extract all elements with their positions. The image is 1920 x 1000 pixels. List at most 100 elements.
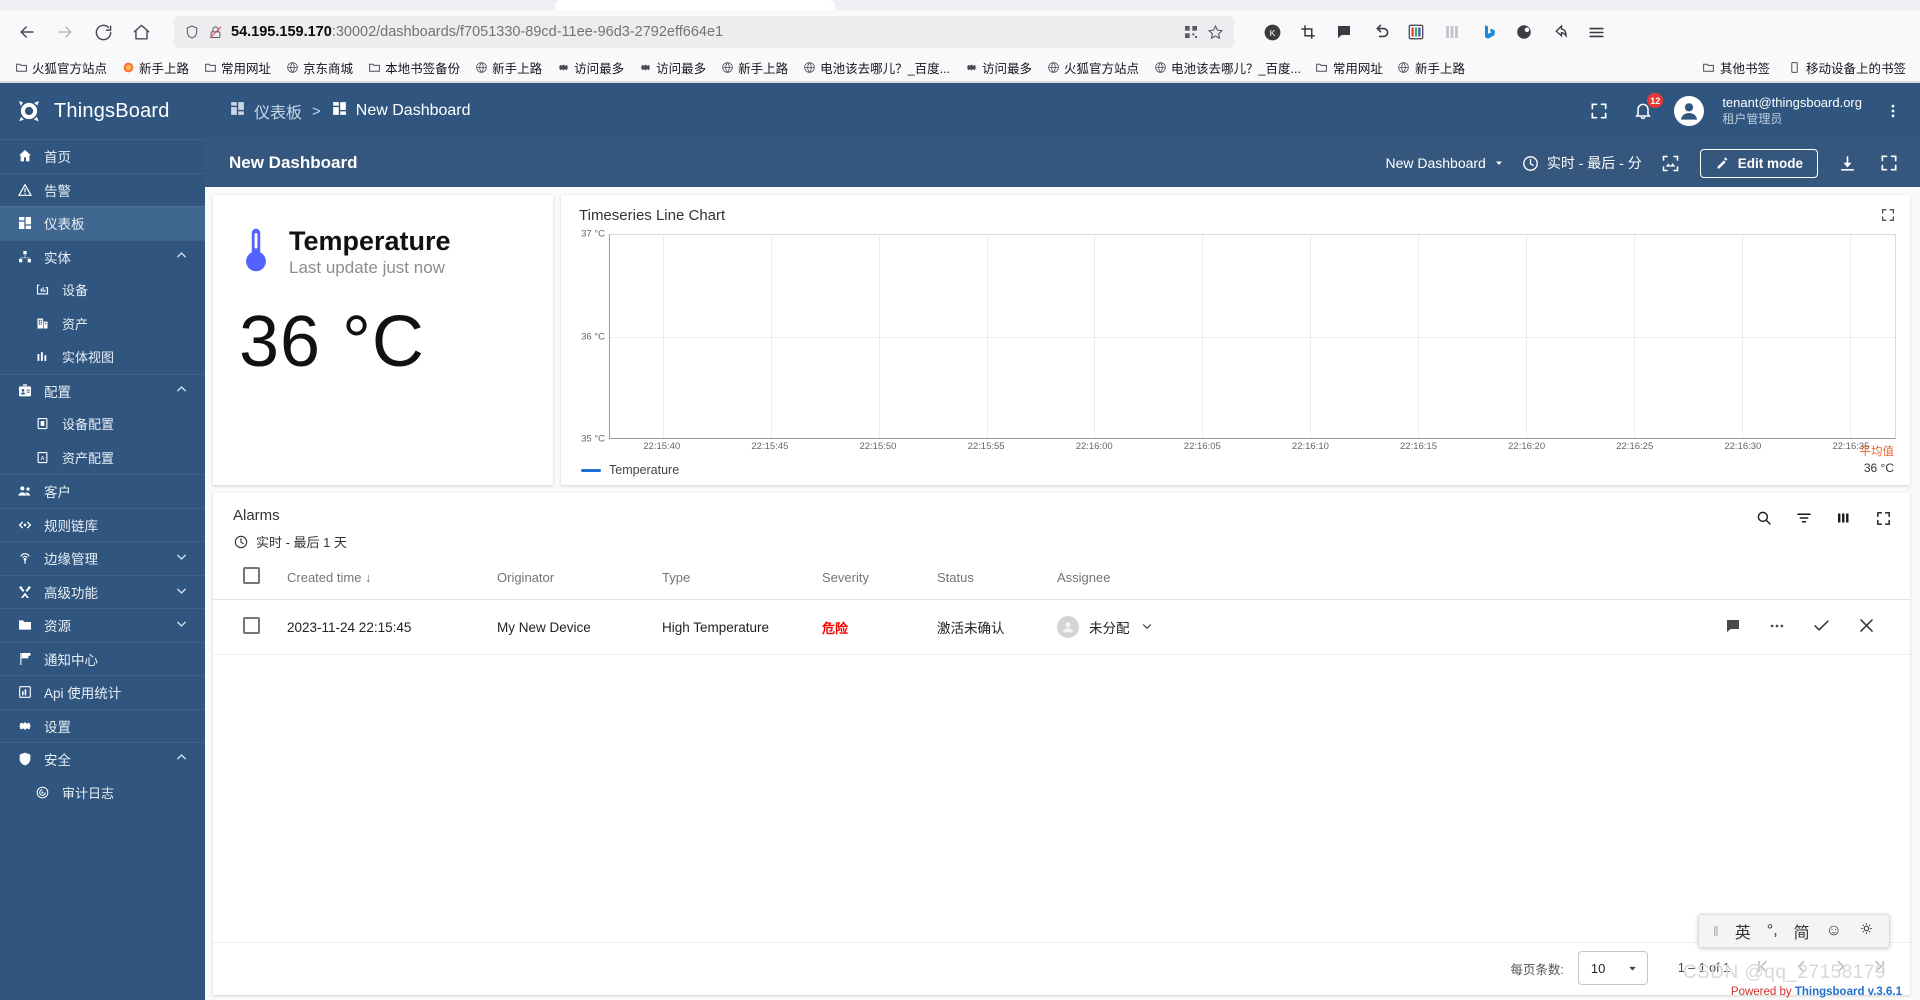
notifications-bell-icon[interactable]: 12 xyxy=(1630,93,1664,124)
sidebar-item-api-usage[interactable]: Api 使用统计 xyxy=(0,675,205,709)
column-header-type[interactable]: Type xyxy=(662,555,822,600)
sidebar-item-assets[interactable]: 资产 xyxy=(0,307,205,341)
address-bar[interactable]: 54.195.159.170:30002/dashboards/f7051330… xyxy=(174,16,1234,48)
home-button[interactable] xyxy=(124,15,158,49)
bookmark-item[interactable]: 新手上路 xyxy=(468,56,548,79)
bookmark-star-icon[interactable] xyxy=(1207,24,1224,41)
ime-emoji-button[interactable]: ☺ xyxy=(1826,922,1842,940)
assignee-control[interactable]: 未分配 xyxy=(1057,616,1348,638)
last-page-icon[interactable] xyxy=(1871,958,1888,978)
reload-button[interactable] xyxy=(86,15,120,49)
bookmark-item[interactable]: 访问最多 xyxy=(958,56,1038,79)
select-all-checkbox[interactable] xyxy=(243,567,260,584)
more-horiz-icon[interactable] xyxy=(1768,617,1786,638)
mobile-bookmarks-folder[interactable]: 移动设备上的书签 xyxy=(1782,56,1912,79)
filter-icon[interactable] xyxy=(1795,509,1813,530)
row-select-cell[interactable] xyxy=(213,599,287,655)
sidebar-item-entities[interactable]: 实体 xyxy=(0,239,205,274)
chevron-up-icon[interactable] xyxy=(174,382,189,400)
brand-logo[interactable]: ThingsBoard xyxy=(0,83,205,139)
first-page-icon[interactable] xyxy=(1754,958,1771,978)
ime-toolbar[interactable]: ‖ 英 °, 简 ☺ xyxy=(1697,914,1890,948)
fullscreen-icon[interactable] xyxy=(1880,207,1896,226)
sidebar-item-alarms[interactable]: 告警 xyxy=(0,172,205,207)
bookmark-item[interactable]: 新手上路 xyxy=(115,56,195,79)
ime-punctuation-button[interactable]: °, xyxy=(1767,922,1778,940)
sidebar-item-profiles[interactable]: 配置 xyxy=(0,373,205,408)
sidebar-item-resources[interactable]: 资源 xyxy=(0,608,205,642)
fullscreen-icon[interactable] xyxy=(1876,150,1902,176)
user-info[interactable]: tenant@thingsboard.org 租户管理员 xyxy=(1722,95,1862,126)
breadcrumb-root[interactable]: 仪表板 xyxy=(229,99,302,123)
columns-icon[interactable] xyxy=(1835,509,1853,530)
bookmark-item[interactable]: 访问最多 xyxy=(632,56,712,79)
table-row[interactable]: 2023-11-24 22:15:45 My New Device High T… xyxy=(213,599,1910,655)
sidebar-item-customers[interactable]: 客户 xyxy=(0,474,205,508)
sidebar-item-entity-views[interactable]: 实体视图 xyxy=(0,340,205,374)
sidebar-item-device-profiles[interactable]: 设备配置 xyxy=(0,407,205,441)
next-page-icon[interactable] xyxy=(1832,958,1849,978)
sidebar-item-rule-chains[interactable]: 规则链库 xyxy=(0,507,205,542)
dark-globe-icon[interactable] xyxy=(1514,22,1534,42)
undo-arrow-icon[interactable] xyxy=(1370,22,1390,42)
chat-bubble-icon[interactable] xyxy=(1334,22,1354,42)
bookmark-item[interactable]: 新手上路 xyxy=(1391,56,1471,79)
chevron-up-icon[interactable] xyxy=(174,248,189,266)
bookmark-item[interactable]: 本地书签备份 xyxy=(361,56,466,79)
bookmark-item[interactable]: 火狐官方站点 xyxy=(1040,56,1145,79)
sidebar-item-home[interactable]: 首页 xyxy=(0,139,205,173)
screenshot-icon[interactable] xyxy=(1298,22,1318,42)
qr-icon[interactable] xyxy=(1183,24,1199,40)
lock-disabled-icon[interactable] xyxy=(208,25,223,40)
chevron-up-icon[interactable] xyxy=(174,750,189,768)
avatar[interactable] xyxy=(1674,96,1705,126)
ime-mode-button[interactable]: 英 xyxy=(1735,919,1751,943)
sidebar-item-advanced-features[interactable]: 高级功能 xyxy=(0,574,205,609)
browser-tab[interactable] xyxy=(555,0,835,10)
bookmark-item[interactable]: 访问最多 xyxy=(550,56,630,79)
sidebar-item-dashboards[interactable]: 仪表板 xyxy=(0,206,205,240)
search-icon[interactable] xyxy=(1755,509,1773,530)
fullscreen-icon[interactable] xyxy=(1586,98,1612,124)
column-header-created-time[interactable]: Created time ↓ xyxy=(287,555,497,600)
shield-icon[interactable] xyxy=(184,24,200,40)
sidebar-item-devices[interactable]: 设备 xyxy=(0,273,205,307)
ime-script-button[interactable]: 简 xyxy=(1794,919,1810,943)
sidebar-item-asset-profiles[interactable]: A 资产配置 xyxy=(0,441,205,475)
bookmark-item[interactable]: 火狐官方站点 xyxy=(8,56,113,79)
sidebar-item-notification-center[interactable]: 通知中心 xyxy=(0,641,205,676)
chevron-down-icon[interactable] xyxy=(174,549,189,567)
dashboard-image-icon[interactable] xyxy=(1658,150,1684,176)
edit-mode-button[interactable]: Edit mode xyxy=(1699,148,1818,178)
alarms-timewindow[interactable]: 实时 - 最后 1 天 xyxy=(233,532,1892,551)
dashboard-state-select[interactable]: New Dashboard xyxy=(1385,155,1504,171)
column-header-severity[interactable]: Severity xyxy=(822,555,937,600)
chart-canvas[interactable] xyxy=(609,234,1896,439)
kaspersky-icon[interactable]: K xyxy=(1262,22,1282,42)
chevron-down-icon[interactable] xyxy=(174,583,189,601)
bing-icon[interactable] xyxy=(1478,22,1498,42)
chevron-down-icon[interactable] xyxy=(174,616,189,634)
bookmark-item[interactable]: 电池该去哪儿？_百度... xyxy=(1147,56,1307,79)
comment-icon[interactable] xyxy=(1724,617,1742,638)
sidebar-item-security[interactable]: 安全 xyxy=(0,742,205,776)
select-all-header[interactable] xyxy=(213,555,287,600)
download-icon[interactable] xyxy=(1834,150,1860,176)
bookmark-item[interactable]: 电池该去哪儿？_百度... xyxy=(796,56,956,79)
other-bookmarks-folder[interactable]: 其他书签 xyxy=(1696,56,1776,79)
tab-strip[interactable] xyxy=(0,0,1920,10)
row-checkbox[interactable] xyxy=(243,617,260,634)
bookmark-item[interactable]: 常用网址 xyxy=(197,56,277,79)
menu-hamburger-icon[interactable] xyxy=(1586,22,1606,42)
cell-assignee[interactable]: 未分配 xyxy=(1057,599,1349,655)
column-header-assignee[interactable]: Assignee xyxy=(1057,555,1349,600)
colorful-extension-icon[interactable] xyxy=(1406,22,1426,42)
acknowledge-check-icon[interactable] xyxy=(1812,616,1831,638)
more-vert-icon[interactable] xyxy=(1880,98,1906,124)
drag-handle[interactable]: ‖ xyxy=(1713,923,1719,939)
back-button[interactable] xyxy=(10,15,44,49)
bookmark-item[interactable]: 常用网址 xyxy=(1309,56,1389,79)
columns-extension-icon[interactable] xyxy=(1442,22,1462,42)
timewindow-select[interactable]: 实时 - 最后 - 分 xyxy=(1521,153,1642,173)
fullscreen-icon[interactable] xyxy=(1875,510,1892,530)
